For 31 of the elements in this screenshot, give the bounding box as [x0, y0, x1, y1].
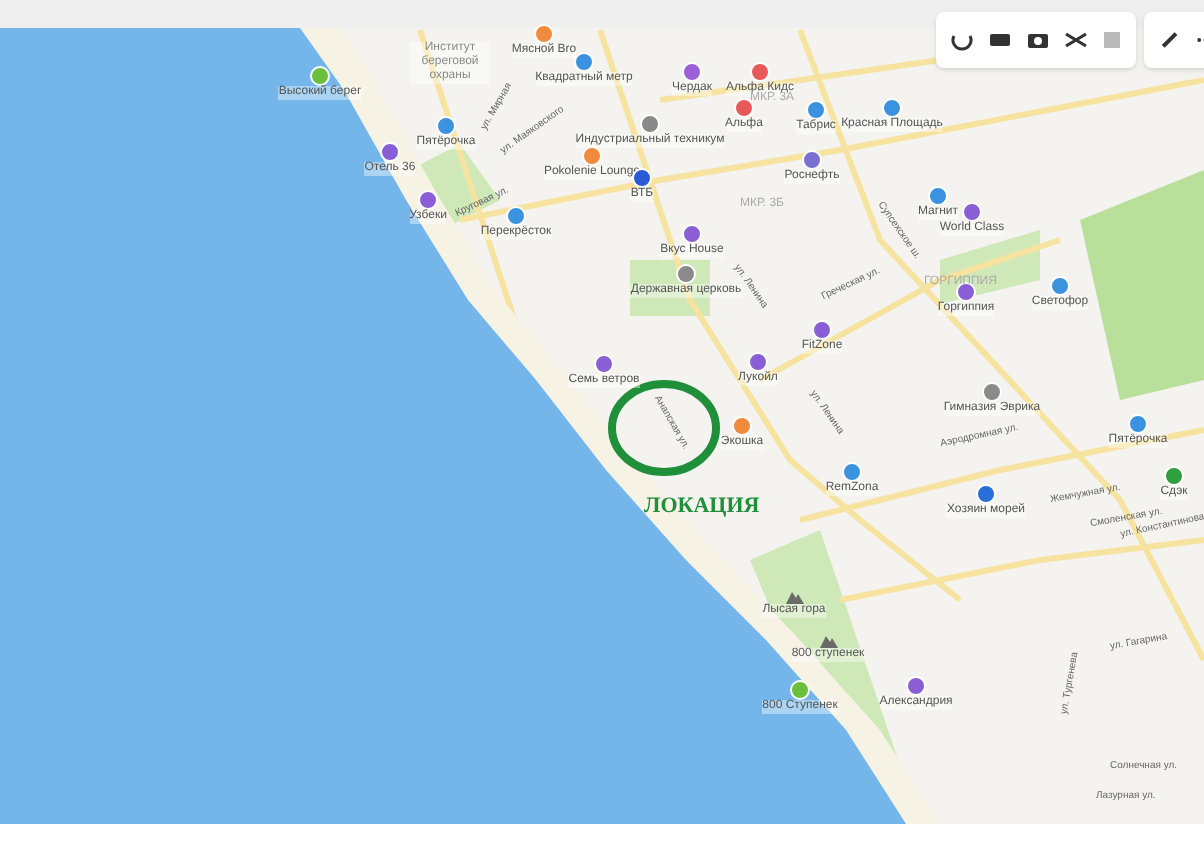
camera-icon[interactable] [1025, 30, 1050, 50]
poi-marker[interactable] [812, 320, 832, 340]
poi-marker[interactable] [1128, 414, 1148, 434]
poi-marker[interactable] [1050, 276, 1070, 296]
poi-marker[interactable] [806, 100, 826, 120]
poi-marker[interactable] [956, 282, 976, 302]
location-label: ЛОКАЦИЯ [644, 492, 760, 522]
poi-marker[interactable] [582, 146, 602, 166]
poi-marker[interactable] [748, 352, 768, 372]
poi-marker[interactable] [842, 462, 862, 482]
poi-marker[interactable] [682, 224, 702, 244]
poi-marker[interactable] [682, 62, 702, 82]
poi-marker[interactable] [906, 676, 926, 696]
poi-marker[interactable] [882, 98, 902, 118]
poi-marker[interactable] [734, 98, 754, 118]
poi-marker[interactable] [574, 52, 594, 72]
poi-marker[interactable] [928, 186, 948, 206]
ruler-icon[interactable] [1160, 28, 1180, 52]
poi-marker[interactable] [534, 24, 554, 44]
poi-marker[interactable] [1164, 466, 1184, 486]
poi-marker[interactable] [962, 202, 982, 222]
poi-marker[interactable] [506, 206, 526, 226]
poi-marker[interactable] [976, 484, 996, 504]
poi-marker[interactable] [982, 382, 1002, 402]
poi-marker[interactable] [594, 354, 614, 374]
poi-marker[interactable] [750, 62, 770, 82]
poi-marker[interactable] [436, 116, 456, 136]
poi-marker[interactable] [732, 416, 752, 436]
poi-marker[interactable] [640, 114, 660, 134]
more-icon[interactable] [1195, 36, 1204, 44]
poi-marker[interactable] [802, 150, 822, 170]
